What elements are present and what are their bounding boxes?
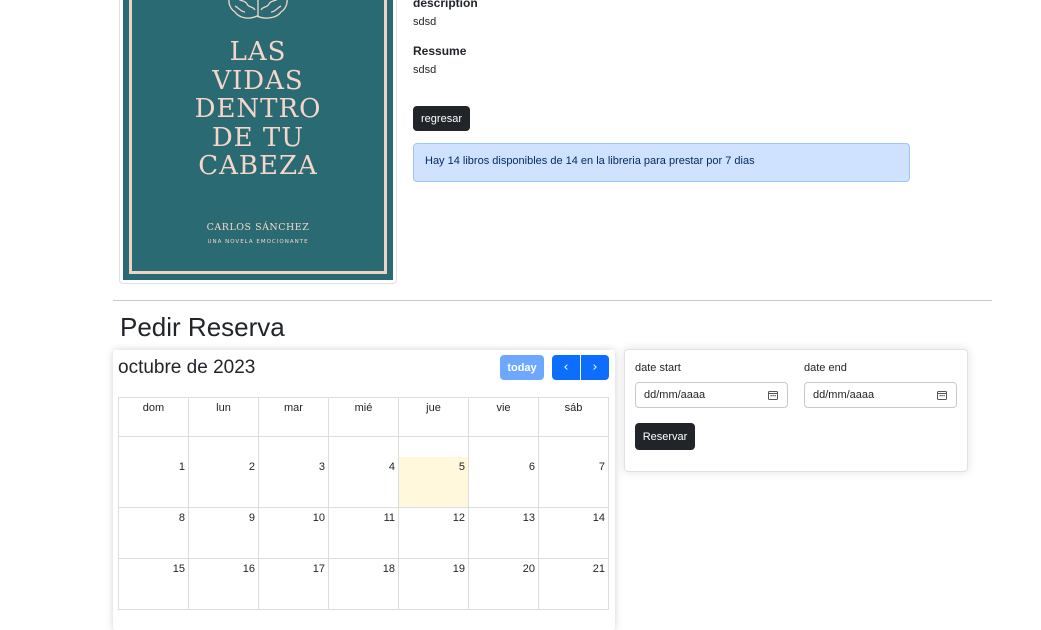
availability-alert: Hay 14 libros disponibles de 14 en la li… (413, 143, 910, 182)
description-value: sdsd (413, 16, 437, 28)
calendar-day[interactable]: 3 (258, 457, 328, 508)
calendar-gap (258, 437, 328, 457)
calendar-title: octubre de 2023 (118, 357, 256, 378)
calendar-day[interactable]: 4 (328, 457, 398, 508)
reservation-title: Pedir Reserva (120, 312, 285, 342)
back-button[interactable]: regresar (413, 106, 470, 131)
calendar-day[interactable]: 2 (188, 457, 258, 508)
calendar-day[interactable]: 10 (258, 508, 328, 559)
calendar-day[interactable]: 13 (468, 508, 538, 559)
cover-title-line: LAS (229, 37, 287, 67)
calendar-gap (118, 437, 188, 457)
calendar-day[interactable]: 14 (538, 508, 609, 559)
prev-month-button[interactable]: ‹ (552, 355, 580, 380)
chevron-right-icon: › (592, 360, 598, 375)
calendar-day[interactable]: 19 (398, 559, 468, 610)
calendar-day[interactable]: 8 (118, 508, 188, 559)
calendar-day[interactable]: 15 (118, 559, 188, 610)
calendar-day[interactable]: 20 (468, 559, 538, 610)
calendar-day[interactable]: 11 (328, 508, 398, 559)
weekday-header: sáb (538, 397, 609, 437)
start-date-label: date start (635, 362, 681, 374)
end-date-label: date end (804, 362, 847, 374)
weekday-header: lun (188, 397, 258, 437)
resume-label: Ressume (413, 44, 467, 58)
weekday-header: mar (258, 397, 328, 437)
start-date-input[interactable]: dd/mm/aaaa (635, 382, 788, 408)
section-divider (113, 300, 992, 301)
chevron-left-icon: ‹ (563, 360, 569, 375)
start-date-placeholder: dd/mm/aaaa (644, 389, 706, 401)
calendar-gap (398, 437, 468, 457)
calendar: octubre de 2023 today ‹ › dom lun mar mi… (113, 350, 615, 630)
calendar-gap (468, 437, 538, 457)
book-cover-image: LAS VIDAS DENTRO DE TU CABEZA CARLOS SÁN… (119, 0, 397, 284)
book-cover: LAS VIDAS DENTRO DE TU CABEZA CARLOS SÁN… (123, 0, 393, 280)
cover-title: LAS VIDAS DENTRO DE TU CABEZA (123, 38, 393, 181)
reserve-button[interactable]: Reservar (635, 423, 695, 450)
end-date-placeholder: dd/mm/aaaa (813, 389, 875, 401)
calendar-day[interactable]: 17 (258, 559, 328, 610)
cover-title-line: DENTRO (194, 94, 322, 124)
calendar-day[interactable]: 9 (188, 508, 258, 559)
end-date-input[interactable]: dd/mm/aaaa (804, 382, 957, 408)
calendar-gap (328, 437, 398, 457)
calendar-day[interactable]: 6 (468, 457, 538, 508)
cover-title-line: VIDAS (212, 65, 304, 96)
calendar-day[interactable]: 1 (118, 457, 188, 508)
calendar-gap (538, 437, 609, 457)
calendar-icon[interactable] (937, 390, 947, 400)
description-label: description (413, 0, 478, 10)
cover-title-line: CABEZA (198, 151, 318, 181)
calendar-icon[interactable] (768, 390, 778, 400)
weekday-header: vie (468, 397, 538, 437)
calendar-day-today[interactable]: 5 (398, 457, 468, 508)
calendar-day[interactable]: 21 (538, 559, 609, 610)
weekday-header: mié (328, 397, 398, 437)
calendar-day[interactable]: 18 (328, 559, 398, 610)
calendar-day[interactable]: 7 (538, 457, 609, 508)
cover-author: CARLOS SÁNCHEZ (206, 222, 310, 233)
calendar-day[interactable]: 12 (398, 508, 468, 559)
cover-title-line: DE TU (211, 122, 305, 153)
calendar-day[interactable]: 16 (188, 559, 258, 610)
weekday-header-row: dom lun mar mié jue vie sáb (118, 397, 609, 437)
today-button[interactable]: today (500, 355, 544, 380)
resume-value: sdsd (413, 64, 437, 76)
calendar-gap (188, 437, 258, 457)
weekday-header: dom (118, 397, 188, 437)
reservation-form: date start date end dd/mm/aaaa dd/mm/aaa… (624, 349, 968, 472)
weekday-header: jue (398, 397, 468, 437)
cover-tagline: UNA NOVELA EMOCIONANTE (207, 239, 309, 245)
next-month-button[interactable]: › (581, 355, 609, 380)
